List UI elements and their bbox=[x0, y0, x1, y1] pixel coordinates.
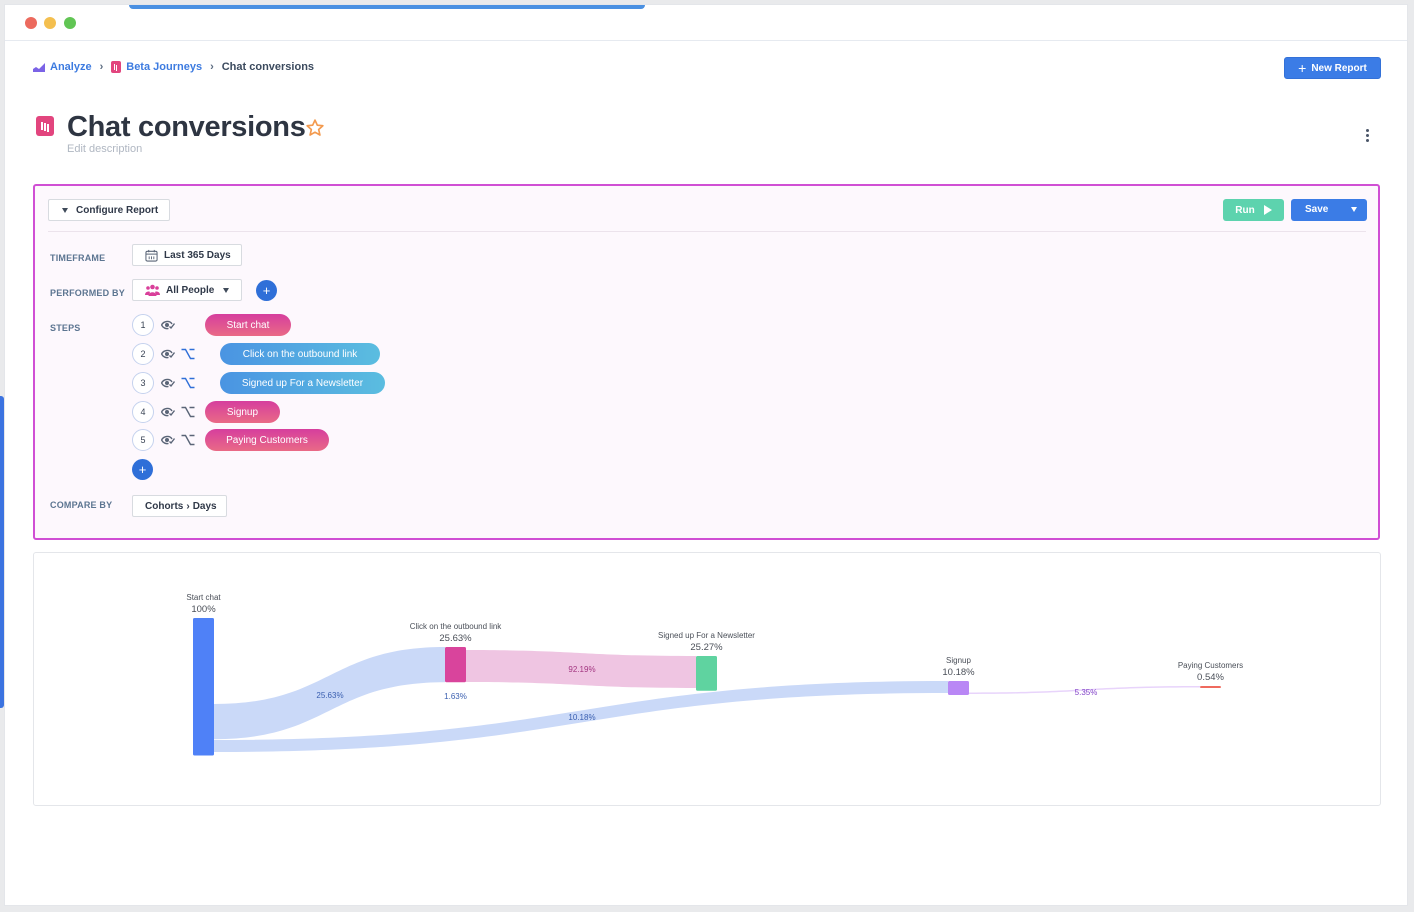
configure-report-panel: Configure Report Run Save TIMEFRAME Last… bbox=[33, 184, 1380, 540]
config-divider bbox=[48, 231, 1366, 232]
kebab-menu-icon[interactable] bbox=[1361, 126, 1373, 144]
compare-by-label: COMPARE BY bbox=[50, 500, 113, 510]
save-button[interactable]: Save bbox=[1291, 199, 1367, 221]
add-filter-button[interactable]: + bbox=[256, 280, 277, 301]
timeframe-value: Last 365 Days bbox=[164, 249, 231, 261]
sankey-node bbox=[1200, 686, 1221, 688]
sankey-node-name: Click on the outbound link bbox=[410, 622, 503, 631]
step-event-pill[interactable]: Signed up For a Newsletter bbox=[220, 372, 385, 394]
journey-icon bbox=[111, 61, 122, 73]
compare-by-value-days: Days bbox=[192, 500, 217, 512]
timeframe-label: TIMEFRAME bbox=[50, 253, 106, 263]
breadcrumb-separator: › bbox=[99, 61, 104, 73]
eye-check-icon[interactable] bbox=[161, 435, 175, 445]
sankey-link-label: 25.63% bbox=[316, 691, 343, 700]
run-button[interactable]: Run bbox=[1223, 199, 1284, 221]
eye-check-icon[interactable] bbox=[161, 378, 175, 388]
journey-chart-panel: 25.63% 10.18% 92.19% 1.63% 5.35% Start chat 10… bbox=[33, 552, 1381, 806]
sankey-node-name: Signed up For a Newsletter bbox=[658, 631, 755, 640]
sankey-chart: 25.63% 10.18% 92.19% 1.63% 5.35% Start chat 10… bbox=[186, 593, 1243, 756]
step-event-pill[interactable]: Click on the outbound link bbox=[220, 343, 380, 365]
steps-label: STEPS bbox=[50, 323, 81, 333]
compare-by-selector[interactable]: Cohorts › Days bbox=[132, 495, 227, 517]
save-dropdown-caret-icon[interactable] bbox=[1351, 207, 1357, 212]
star-outline-icon[interactable] bbox=[305, 118, 325, 138]
sankey-node bbox=[193, 618, 214, 756]
sankey-node-percent: 100% bbox=[191, 604, 216, 615]
minimize-window-button[interactable] bbox=[44, 17, 56, 29]
configure-report-toggle[interactable]: Configure Report bbox=[48, 199, 170, 221]
sankey-link-label: 1.63% bbox=[444, 692, 467, 701]
sankey-node-name: Start chat bbox=[186, 593, 221, 602]
calendar-icon bbox=[145, 249, 158, 262]
caret-down-icon bbox=[62, 207, 68, 213]
save-label: Save bbox=[1305, 204, 1329, 215]
sankey-node-percent: 25.27% bbox=[690, 642, 723, 653]
sankey-node-percent: 25.63% bbox=[439, 633, 472, 644]
people-group-icon bbox=[145, 284, 160, 296]
new-report-button[interactable]: + New Report bbox=[1284, 57, 1381, 79]
sankey-node-percent: 0.54% bbox=[1197, 672, 1224, 683]
eye-check-icon[interactable] bbox=[161, 349, 175, 359]
sankey-node-name: Signup bbox=[946, 656, 971, 665]
step-number[interactable]: 2 bbox=[132, 343, 154, 365]
breadcrumb: Analyze › Beta Journeys › Chat conversio… bbox=[33, 61, 314, 73]
branch-option-icon[interactable] bbox=[181, 406, 195, 418]
eye-check-icon[interactable] bbox=[161, 407, 175, 417]
performed-by-label: PERFORMED BY bbox=[50, 288, 125, 298]
run-label: Run bbox=[1235, 204, 1255, 216]
add-step-button[interactable]: + bbox=[132, 459, 153, 480]
analyze-chart-icon bbox=[33, 62, 45, 72]
step-event-pill[interactable]: Paying Customers bbox=[205, 429, 329, 451]
configure-report-label: Configure Report bbox=[76, 204, 159, 216]
edit-description-link[interactable]: Edit description bbox=[67, 143, 142, 155]
caret-down-icon bbox=[223, 287, 230, 293]
app-window: Analyze › Beta Journeys › Chat conversio… bbox=[4, 4, 1408, 906]
page-title: Chat conversions bbox=[67, 111, 306, 143]
performed-by-value: All People bbox=[166, 284, 215, 296]
window-titlebar bbox=[5, 5, 1407, 41]
maximize-window-button[interactable] bbox=[64, 17, 76, 29]
branch-option-icon[interactable] bbox=[181, 377, 195, 389]
step-event-pill[interactable]: Signup bbox=[205, 401, 280, 423]
step-number[interactable]: 1 bbox=[132, 314, 154, 336]
sankey-node-percent: 10.18% bbox=[942, 667, 975, 678]
timeframe-selector[interactable]: Last 365 Days bbox=[132, 244, 242, 266]
step-number[interactable]: 5 bbox=[132, 429, 154, 451]
sankey-node-name: Paying Customers bbox=[1178, 661, 1243, 670]
new-report-label: New Report bbox=[1311, 62, 1367, 74]
breadcrumb-analyze[interactable]: Analyze bbox=[33, 61, 92, 73]
chevron-right-icon: › bbox=[186, 500, 190, 512]
sankey-node bbox=[948, 681, 969, 695]
play-icon bbox=[1263, 205, 1272, 215]
sankey-link-label: 5.35% bbox=[1075, 688, 1098, 697]
compare-by-value-cohorts: Cohorts bbox=[145, 500, 184, 512]
close-window-button[interactable] bbox=[25, 17, 37, 29]
breadcrumb-beta-journeys-label: Beta Journeys bbox=[126, 61, 203, 73]
breadcrumb-analyze-label: Analyze bbox=[50, 61, 92, 73]
eye-check-icon[interactable] bbox=[161, 320, 175, 330]
sankey-link-label: 92.19% bbox=[568, 665, 595, 674]
branch-option-icon[interactable] bbox=[181, 434, 195, 446]
step-number[interactable]: 4 bbox=[132, 401, 154, 423]
breadcrumb-separator: › bbox=[210, 61, 214, 73]
sankey-node bbox=[445, 647, 466, 683]
step-number[interactable]: 3 bbox=[132, 372, 154, 394]
breadcrumb-current: Chat conversions bbox=[221, 61, 315, 73]
breadcrumb-beta-journeys[interactable]: Beta Journeys bbox=[111, 61, 202, 73]
journey-report-icon bbox=[36, 116, 54, 136]
sankey-node bbox=[696, 656, 717, 691]
plus-icon: + bbox=[1298, 60, 1307, 76]
sankey-link-label: 10.18% bbox=[568, 713, 595, 722]
performed-by-selector[interactable]: All People bbox=[132, 279, 242, 301]
step-event-pill[interactable]: Start chat bbox=[205, 314, 291, 336]
branch-option-icon[interactable] bbox=[181, 348, 195, 360]
